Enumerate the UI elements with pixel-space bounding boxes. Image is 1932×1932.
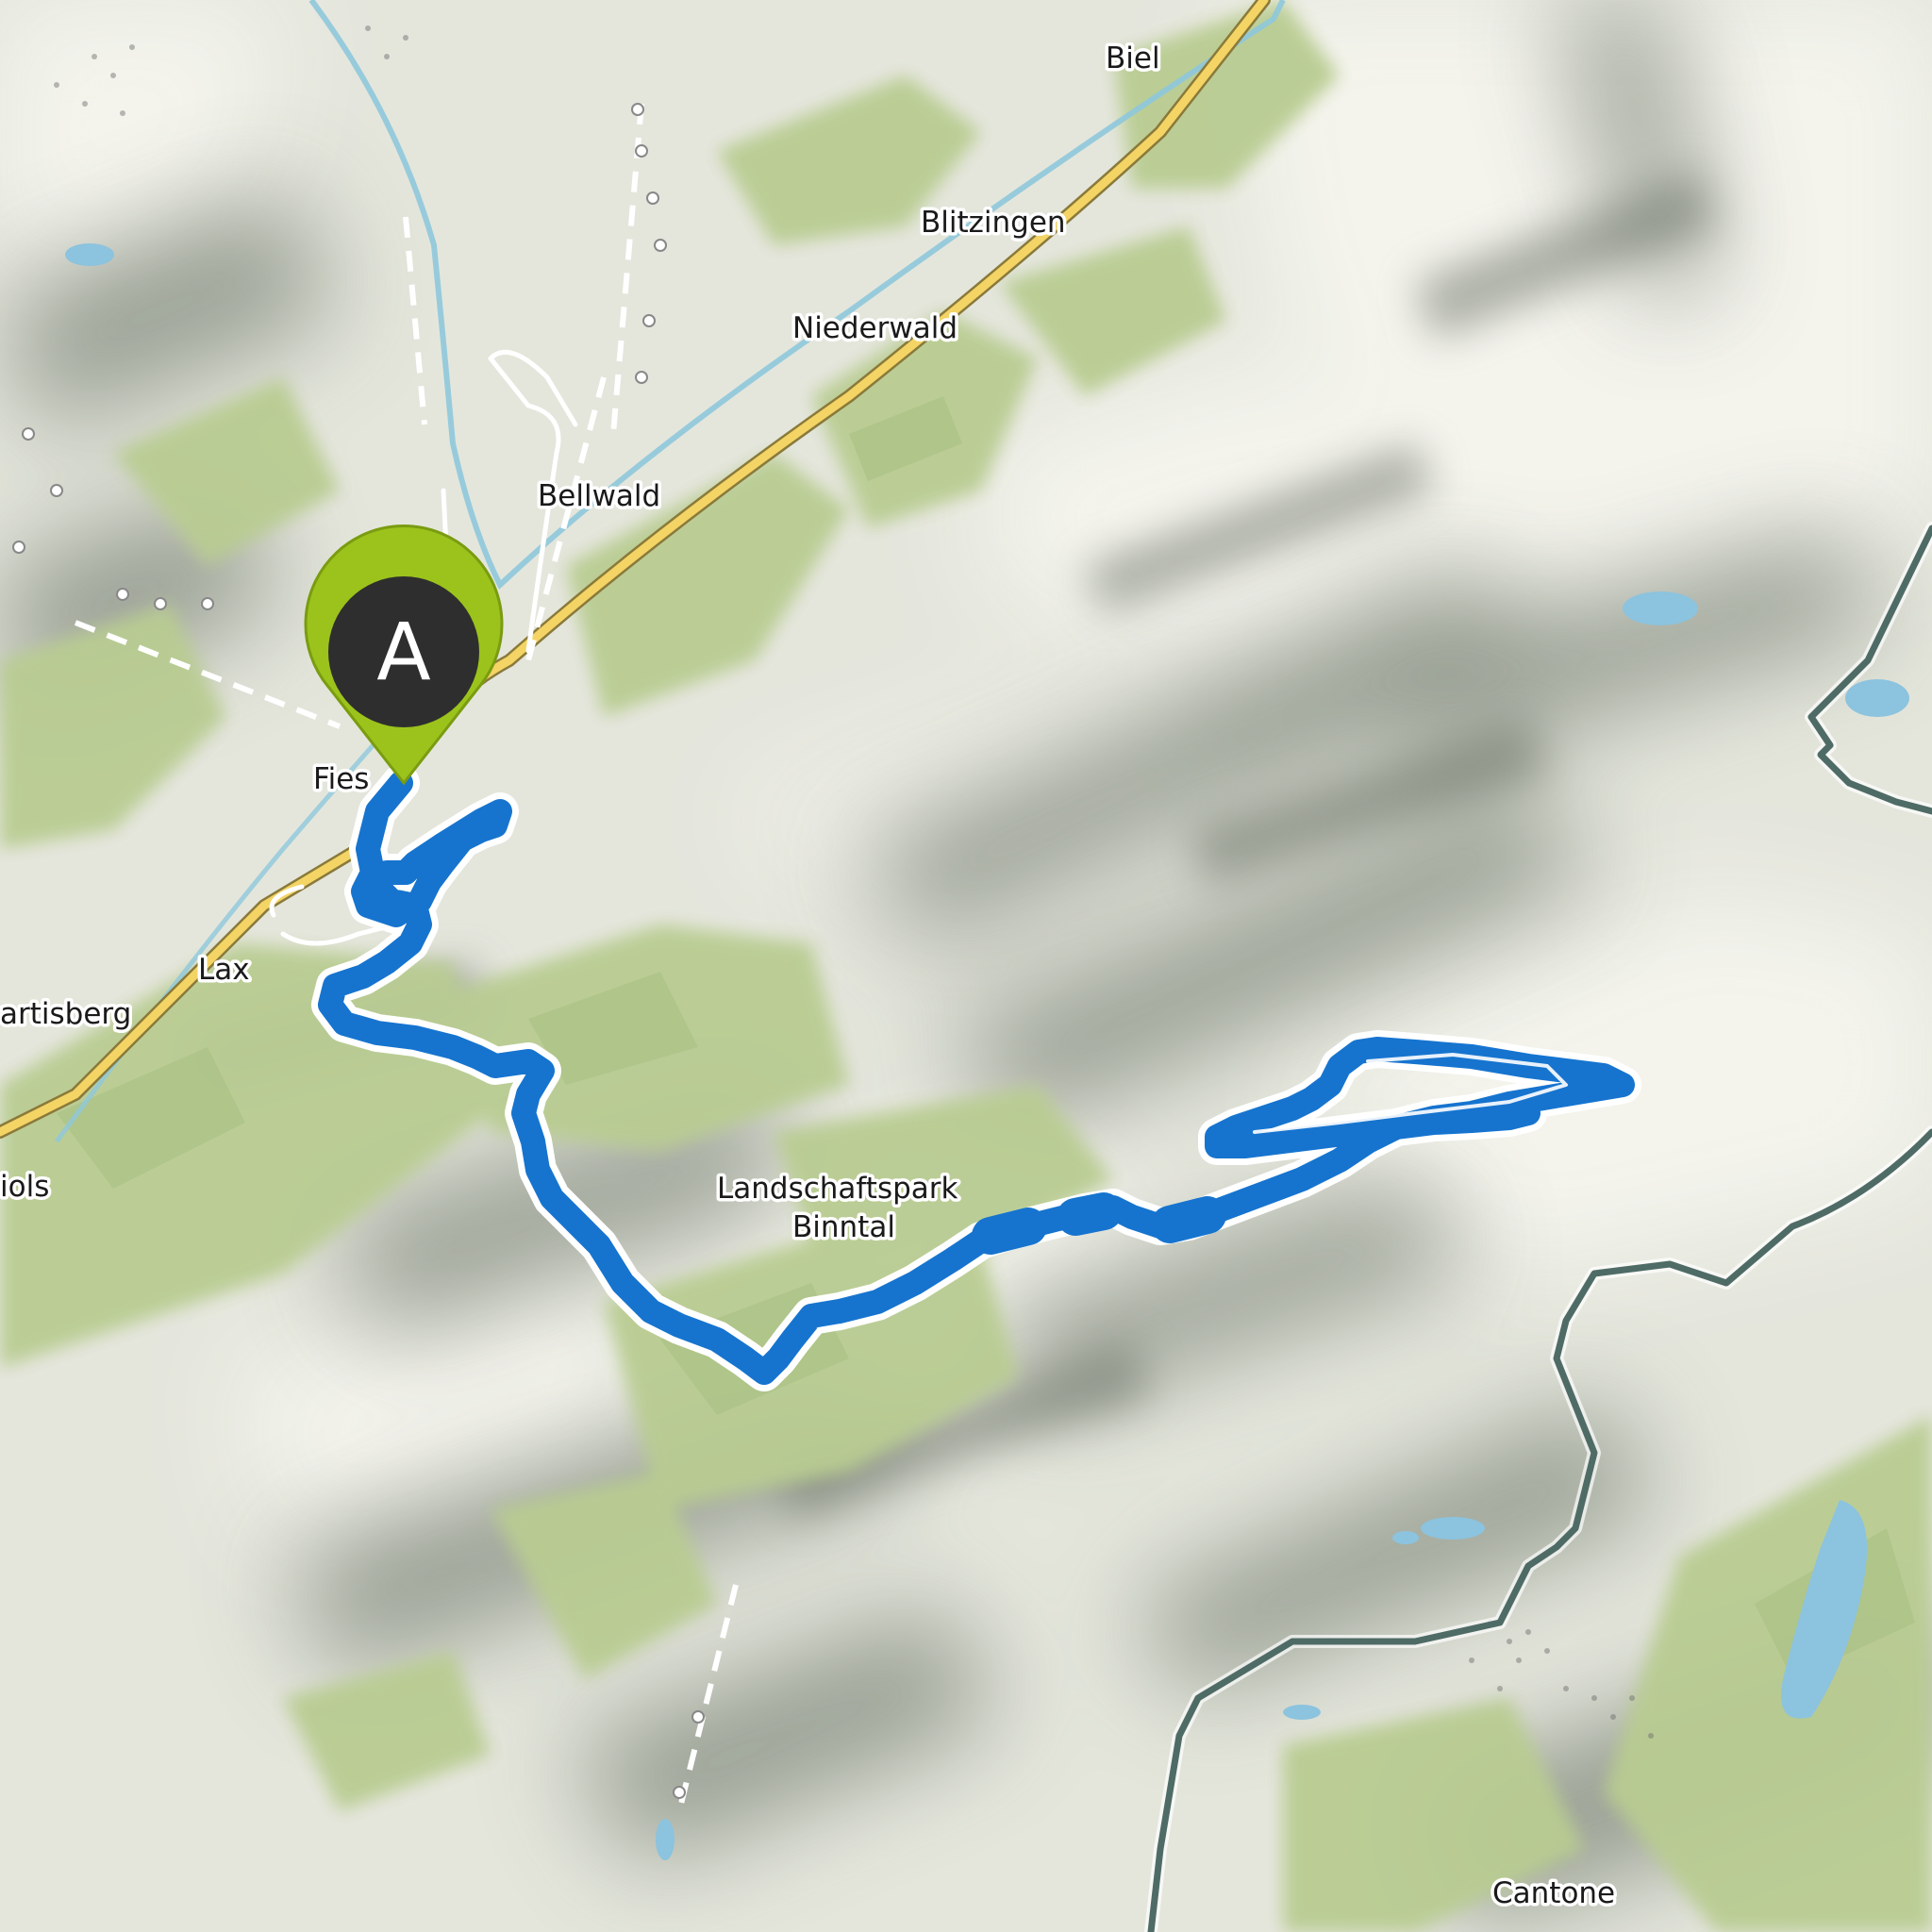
label-grengiols: iols: [0, 1170, 49, 1204]
label-cantone: Cantone: [1492, 1876, 1615, 1910]
label-niederwald: Niederwald: [792, 311, 958, 345]
label-bellwald: Bellwald: [538, 479, 660, 513]
start-marker-letter: A: [376, 606, 430, 698]
label-binntal: Binntal: [792, 1210, 895, 1244]
label-blitzingen: Blitzingen: [921, 206, 1066, 240]
label-fiesch: Fies: [313, 762, 369, 796]
label-landschaftspark: Landschaftspark: [717, 1172, 958, 1206]
label-lax: Lax: [198, 953, 250, 987]
label-biel: Biel: [1106, 42, 1160, 75]
map-canvas: Biel Blitzingen Niederwald Bellwald Fies…: [0, 0, 1932, 1932]
map-view[interactable]: Biel Blitzingen Niederwald Bellwald Fies…: [0, 0, 1932, 1932]
label-martisberg: artisberg: [0, 997, 131, 1031]
